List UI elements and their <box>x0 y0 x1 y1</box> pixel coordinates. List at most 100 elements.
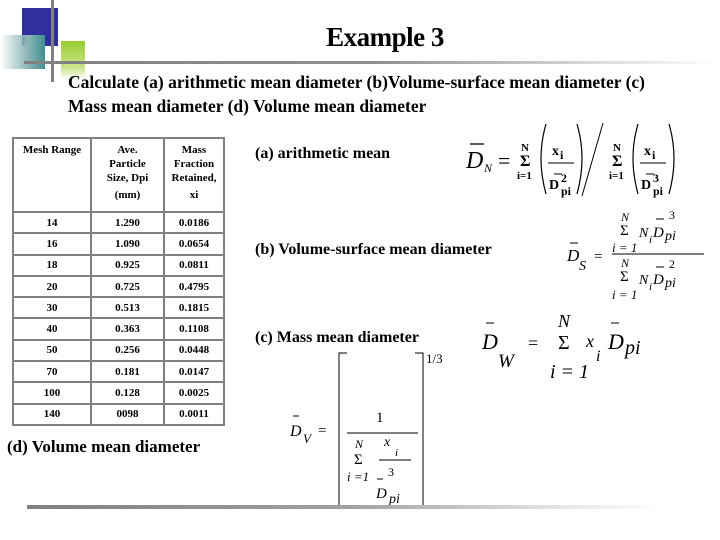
cell-particle-size: 0.725 <box>90 274 165 299</box>
text-equations-a-den1-sub: pi <box>561 184 572 198</box>
text-table-header-lines-2-3: xi <box>189 189 199 201</box>
text-equations-b-sum-upper: N <box>620 210 630 224</box>
text-equations-d-numerator: 1 <box>376 410 384 426</box>
text-equations-b-exp-den: 2 <box>669 257 675 271</box>
table-row: 18 0.925 0.0811 <box>12 253 225 277</box>
text-equations-d-sum-upper: N <box>354 437 364 451</box>
text-equations-c-sum-lower: i = 1 <box>550 361 589 383</box>
cell-particle-size: 1.290 <box>90 210 165 235</box>
right-bracket <box>415 352 424 507</box>
equation-volume-mean: D V = 1/3 1 N Σ i =1 x i 3 D pi <box>289 351 443 507</box>
cell-mass-fraction: 0.0654 <box>163 232 225 256</box>
problem-statement: Calculate (a) arithmetic mean diameter (… <box>68 72 646 116</box>
slide-title: Example 3 <box>326 22 444 52</box>
text-equations-a-den2-sub: pi <box>653 184 664 198</box>
left-paren <box>540 123 547 195</box>
cell-mesh-range: 40 <box>12 317 92 341</box>
header-mass-fraction: Mass Fraction Retained, xi <box>163 137 225 213</box>
text-equations-b-term-d-sub: pi <box>664 229 676 244</box>
cell-particle-size: 0.513 <box>90 296 165 320</box>
text-equations-b-term-n-sub: i <box>649 234 652 246</box>
text-equations-c-term-x: x <box>585 331 594 351</box>
text-equations-b-lhs: D <box>566 246 580 265</box>
header-mesh-range: Mesh Range <box>12 137 92 213</box>
text-equations-c-term-d: D <box>607 329 624 354</box>
label-volume-surface-mean: (b) Volume-surface mean diameter <box>255 241 492 258</box>
text-table-header-lines-2-0: Mass <box>181 144 207 156</box>
cell-mesh-range: 16 <box>12 232 92 256</box>
table-row: 20 0.725 0.4795 <box>12 274 225 299</box>
label-arithmetic-mean: (a) arithmetic mean <box>255 145 391 162</box>
text-equations-b-eq: = <box>594 249 602 265</box>
text-table-header-lines-0-0: Mesh Range <box>22 144 82 156</box>
cell-mesh-range: 50 <box>12 338 92 363</box>
text-equations-b-sum-lower: i = 1 <box>612 287 637 302</box>
text-equations-a-sum-lower: i=1 <box>517 170 532 182</box>
text-equations-d-eq: = <box>318 423 326 439</box>
equation-volume-surface-mean: D S = N Σ i = 1 N i 3 D pi N Σ i = 1 N i… <box>566 208 704 302</box>
equation-mass-mean: D W = N Σ i = 1 x i D pi <box>481 311 641 383</box>
text-table-header-lines-1-1: Particle <box>109 158 146 170</box>
text-table-header-lines-1-2: Size, Dpi <box>106 172 149 184</box>
cell-mass-fraction: 0.4795 <box>163 274 225 299</box>
cell-mass-fraction: 0.0186 <box>163 210 225 235</box>
sigma-icon: Σ <box>612 153 622 170</box>
cell-mesh-range: 100 <box>12 381 92 405</box>
cell-mesh-range: 18 <box>12 253 92 277</box>
table-row: 140 0098 0.0011 <box>12 402 225 426</box>
text-equations-a-den2-sup: 3 <box>653 171 659 185</box>
text-equations-b-exp-num: 3 <box>669 208 675 222</box>
label-mass-mean: (c) Mass mean diameter <box>255 329 419 346</box>
eq-a-lhs: D <box>465 148 483 174</box>
cell-mass-fraction: 0.0147 <box>163 360 225 384</box>
text-table-header-lines-1-0: Ave. <box>117 144 138 156</box>
text-equations-a-num-sub: i <box>652 148 656 162</box>
text-equations-b-term-d-sub: pi <box>664 276 676 291</box>
text-equations-d-term-d: D <box>375 486 387 502</box>
table-row: 14 1.290 0.0186 <box>12 210 225 235</box>
math-delimiter <box>668 123 675 195</box>
text-equations-b-term-n: N <box>638 226 649 241</box>
cell-particle-size: 0.181 <box>90 360 165 384</box>
table-row: 30 0.513 0.1815 <box>12 296 225 320</box>
division-slash <box>581 122 604 197</box>
table-body: 14 1.290 0.0186 16 1.090 0.0654 18 0.925 0.0811 2… <box>12 210 225 426</box>
cell-particle-size: 0098 <box>90 402 165 426</box>
label-volume-mean: (d) Volume mean diameter <box>7 437 201 456</box>
text-equations-d-lhs: D <box>289 423 302 440</box>
text-equations-c-term-d-sub: pi <box>623 337 641 359</box>
text-equations-d-lhs-sub: V <box>303 431 313 446</box>
cell-mesh-range: 14 <box>12 210 92 235</box>
text-equations-a-num: x <box>552 144 559 159</box>
text-equations-b-term-n-sub: i <box>649 281 652 293</box>
text-table-header-lines-1-3: (mm) <box>114 189 141 201</box>
cell-mass-fraction: 0.1108 <box>163 317 225 341</box>
sigma-icon: Σ <box>354 452 363 468</box>
cell-particle-size: 1.090 <box>90 232 165 256</box>
text-equations-a-den2: D <box>641 178 651 193</box>
text-equations-d-sum-lower: i =1 <box>347 469 369 484</box>
left-bracket <box>338 352 347 507</box>
text-equations-b-term-n: N <box>638 273 649 288</box>
cell-mesh-range: 140 <box>12 402 92 426</box>
table-row: 50 0.256 0.0448 <box>12 338 225 363</box>
cell-mass-fraction: 0.0811 <box>163 253 225 277</box>
cell-mass-fraction: 0.0025 <box>163 381 225 405</box>
math-delimiter <box>632 123 639 195</box>
header-particle-size: Ave. Particle Size, Dpi (mm) <box>90 137 165 213</box>
cell-mass-fraction: 0.0011 <box>163 402 225 426</box>
footer-divider-line <box>27 505 667 509</box>
cell-mass-fraction: 0.1815 <box>163 296 225 320</box>
text-table-header-lines-2-1: Fraction <box>173 158 215 170</box>
text-equations-c-term-x-sub: i <box>596 348 600 365</box>
table-row: 16 1.090 0.0654 <box>12 232 225 256</box>
text-equations-a-eq: = <box>498 148 510 173</box>
text-equations-c-eq: = <box>528 333 538 353</box>
sigma-icon: Σ <box>520 153 530 170</box>
text-equations-d-term-x-sub: i <box>395 447 398 459</box>
cell-mesh-range: 70 <box>12 360 92 384</box>
table-row: 100 0.128 0.0025 <box>12 381 225 405</box>
text-equations-b-sum-upper: N <box>620 256 630 270</box>
text-equations-d-term-x: x <box>383 435 391 450</box>
text-equations-c-lhs-sub: W <box>498 351 516 372</box>
